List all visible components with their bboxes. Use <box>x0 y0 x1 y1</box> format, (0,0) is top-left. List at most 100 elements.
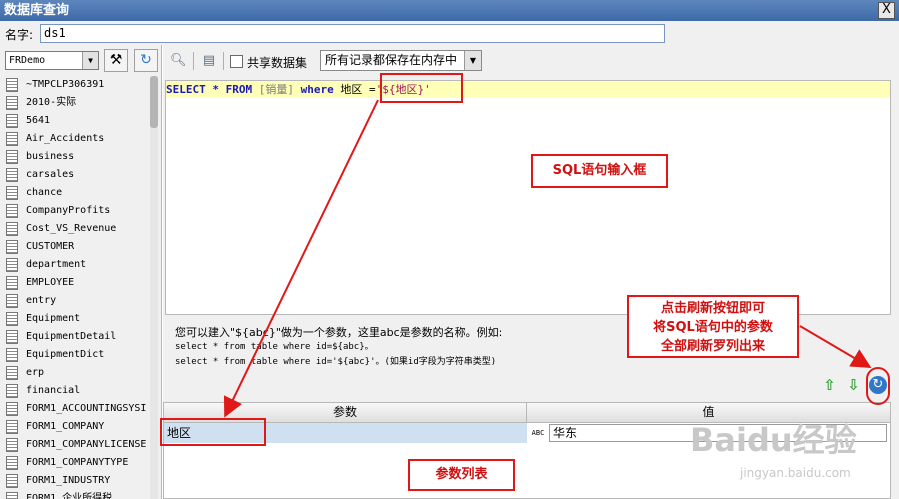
cache-mode-select[interactable]: 所有记录都保存在内存中 ▼ <box>320 50 482 71</box>
hint-line-1: 您可以建入"${abc}"做为一个参数，这里abc是参数的名称。例如: <box>175 326 503 339</box>
table-list-item[interactable]: FORM1_COMPANYLICENSE <box>6 436 150 454</box>
sql-keyword: where <box>293 83 341 96</box>
table-name: erp <box>26 367 45 378</box>
sql-editor-annotation: SQL语句输入框 <box>531 154 668 188</box>
table-icon <box>6 204 18 218</box>
table-name: FORM1_企业所得税 <box>26 493 113 499</box>
table-list-item[interactable]: EMPLOYEE <box>6 274 150 292</box>
hint-line-3: select * from table where id='${abc}'。(如… <box>175 357 497 367</box>
table-icon <box>6 150 18 164</box>
table-list-item[interactable]: business <box>6 148 150 166</box>
table-name: EMPLOYEE <box>26 277 75 288</box>
table-list-item[interactable]: 2010-实际 <box>6 94 150 112</box>
table-list-item[interactable]: EquipmentDict <box>6 346 150 364</box>
table-icon <box>6 240 18 254</box>
table-icon <box>6 474 18 488</box>
arrow-up-icon: ⇧ <box>823 376 836 394</box>
table-list-item[interactable]: financial <box>6 382 150 400</box>
table-name: FORM1_INDUSTRY <box>26 475 111 486</box>
table-icon <box>6 348 18 362</box>
table-icon <box>6 222 18 236</box>
sql-operator: = <box>362 83 376 96</box>
chevron-down-icon: ▼ <box>82 52 98 69</box>
table-list-item[interactable]: ~TMPCLP306391 <box>6 76 150 94</box>
table-name: carsales <box>26 169 75 180</box>
window-title: 数据库查询 <box>4 3 70 18</box>
sql-editor[interactable]: SELECT * FROM [销量] where 地区 ='${地区}' <box>165 80 891 315</box>
arrow-down-icon: ⇩ <box>847 376 860 394</box>
parameter-hint: 您可以建入"${abc}"做为一个参数，这里abc是参数的名称。例如: sele… <box>175 325 502 370</box>
preview-icon[interactable]: 🔍︎ <box>170 53 187 69</box>
refresh-icon: ↻ <box>140 52 152 68</box>
table-name: business <box>26 151 75 162</box>
table-icon <box>6 114 18 128</box>
table-icon <box>6 330 18 344</box>
table-list-item[interactable]: Equipment <box>6 310 150 328</box>
table-name: department <box>26 259 87 270</box>
table-list-item[interactable]: chance <box>6 184 150 202</box>
table-name: CUSTOMER <box>26 241 75 252</box>
close-button[interactable]: X <box>878 2 895 19</box>
table-list-item[interactable]: CUSTOMER <box>6 238 150 256</box>
share-dataset-checkbox[interactable] <box>230 55 243 68</box>
table-name: FORM1_COMPANYTYPE <box>26 457 129 468</box>
table-name: 5641 <box>26 115 51 126</box>
toolbar-divider <box>223 52 224 70</box>
table-icon <box>6 366 18 380</box>
refresh-annotation-line-2: 将SQL语句中的参数 <box>653 320 773 335</box>
table-name: EquipmentDict <box>26 349 105 360</box>
table-list-item[interactable]: Air_Accidents <box>6 130 150 148</box>
table-name: Cost_VS_Revenue <box>26 223 117 234</box>
datasource-select[interactable]: FRDemo ▼ <box>5 51 99 70</box>
name-label: 名字: <box>5 28 34 42</box>
table-list-item[interactable]: FORM1_INDUSTRY <box>6 472 150 490</box>
table-list-scrollbar[interactable] <box>150 76 158 499</box>
refresh-annotation: 点击刷新按钮即可 将SQL语句中的参数 全部刷新罗列出来 <box>627 295 799 358</box>
table-list-item[interactable]: FORM1_ACCOUNTINGSYSI <box>6 400 150 418</box>
table-icon <box>6 384 18 398</box>
dataset-name-input[interactable]: ds1 <box>40 24 665 43</box>
table-icon <box>6 276 18 290</box>
chevron-down-icon: ▼ <box>464 51 481 70</box>
table-list-item[interactable]: entry <box>6 292 150 310</box>
table-name: Equipment <box>26 313 81 324</box>
document-icon[interactable]: ▤ <box>201 53 217 69</box>
text-type-icon[interactable]: ABC <box>527 423 549 443</box>
table-list-item[interactable]: carsales <box>6 166 150 184</box>
table-list-item[interactable]: erp <box>6 364 150 382</box>
table-list-item[interactable]: 5641 <box>6 112 150 130</box>
window-titlebar: 数据库查询 X <box>0 0 899 21</box>
table-icon <box>6 492 18 499</box>
table-name: chance <box>26 187 63 198</box>
datasource-select-value: FRDemo <box>9 55 46 66</box>
table-list-item[interactable]: Cost_VS_Revenue <box>6 220 150 238</box>
table-list-item[interactable]: FORM1_企业所得税 <box>6 490 150 499</box>
move-up-button[interactable]: ⇧ <box>821 377 838 394</box>
sql-table: [销量] <box>258 83 294 96</box>
refresh-tables-button[interactable]: ↻ <box>134 49 158 72</box>
table-icon <box>6 312 18 326</box>
table-icon <box>6 78 18 92</box>
table-browser-panel: FRDemo ▼ ⚒ ↻ ~TMPCLP306391 2010-实际 5641 Air… <box>0 45 162 499</box>
table-name: Air_Accidents <box>26 133 105 144</box>
scrollbar-thumb[interactable] <box>150 76 158 128</box>
table-icon <box>6 186 18 200</box>
table-icon <box>6 96 18 110</box>
table-list-item[interactable]: FORM1_COMPANY <box>6 418 150 436</box>
table-name: financial <box>26 385 81 396</box>
table-name: FORM1_COMPANYLICENSE <box>26 439 147 450</box>
table-name: 2010-实际 <box>26 97 77 108</box>
sql-parameter-highlight <box>380 73 463 103</box>
move-down-button[interactable]: ⇩ <box>845 377 862 394</box>
table-icon <box>6 438 18 452</box>
table-list-item[interactable]: EquipmentDetail <box>6 328 150 346</box>
refresh-annotation-line-1: 点击刷新按钮即可 <box>660 301 765 316</box>
table-list-item[interactable]: CompanyProfits <box>6 202 150 220</box>
table-name: CompanyProfits <box>26 205 111 216</box>
table-list-item[interactable]: FORM1_COMPANYTYPE <box>6 454 150 472</box>
name-bar: 名字: ds1 <box>0 21 899 45</box>
table-icon <box>6 420 18 434</box>
table-list-item[interactable]: department <box>6 256 150 274</box>
tools-button[interactable]: ⚒ <box>104 49 128 72</box>
wrench-icon: ⚒ <box>109 52 123 68</box>
